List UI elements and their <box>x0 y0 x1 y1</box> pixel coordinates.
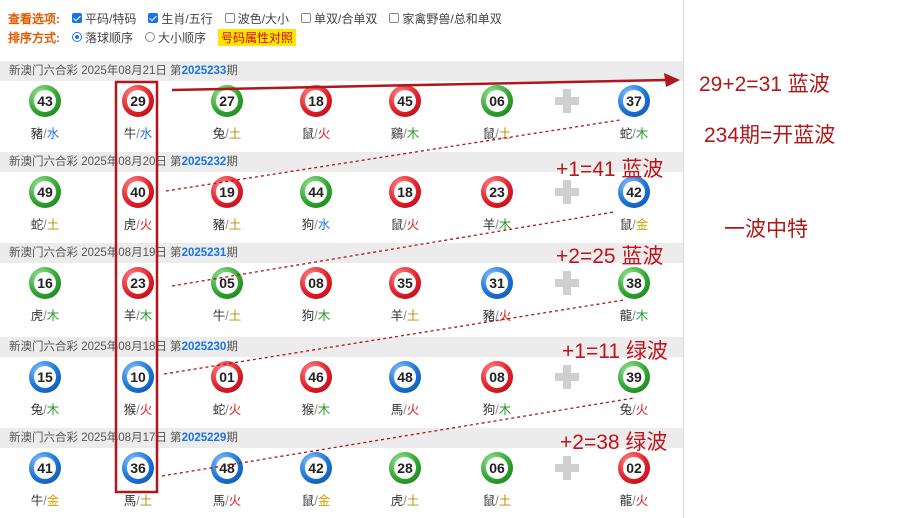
annotation-step: +1=11 绿波 <box>562 340 668 363</box>
annotation-step: +1=41 蓝波 <box>556 158 664 181</box>
annotation-step: +2=38 绿波 <box>560 431 668 454</box>
dashed-line <box>165 119 621 192</box>
arrow-head-icon <box>664 73 680 87</box>
dashed-line <box>163 299 625 375</box>
annotation-sum: 29+2=31 蓝波 <box>699 73 830 96</box>
arrow-line <box>171 78 669 92</box>
dashed-line <box>171 211 615 287</box>
annotation-title: 一波中特 <box>724 218 808 241</box>
highlight-box <box>114 80 159 494</box>
annotation-result: 234期=开蓝波 <box>704 124 836 147</box>
annotation-step: +2=25 蓝波 <box>556 245 664 268</box>
